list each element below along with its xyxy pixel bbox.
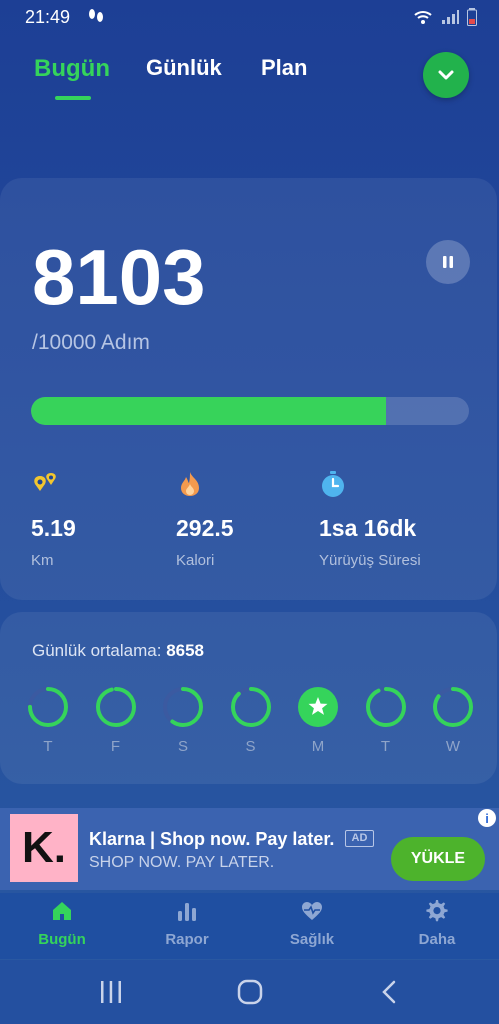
chevron-down-icon xyxy=(438,70,454,80)
wifi-icon xyxy=(414,11,432,24)
daily-average: Günlük ortalama: 8658 xyxy=(32,641,204,661)
status-bar: 21:49 xyxy=(0,0,499,34)
day-progress-ring xyxy=(28,687,68,727)
home-button-icon[interactable] xyxy=(236,978,264,1006)
recent-apps-icon[interactable] xyxy=(97,978,125,1006)
active-tab-indicator xyxy=(55,96,91,100)
pause-button[interactable] xyxy=(426,240,470,284)
nav-label-saglik: Sağlık xyxy=(289,931,335,948)
nav-item-saglik[interactable]: Sağlık xyxy=(262,899,362,948)
steps-count: 8103 xyxy=(32,233,206,321)
day-label: S xyxy=(245,738,256,755)
info-icon[interactable]: i xyxy=(478,809,496,827)
bottom-nav: Bugün Rapor Sağlık Daha xyxy=(0,893,499,959)
daily-average-value: 8658 xyxy=(166,641,205,660)
day-ring-3[interactable]: S xyxy=(229,686,273,755)
signal-icon xyxy=(442,10,459,24)
tab-plan[interactable]: Plan xyxy=(261,55,307,81)
day-label: M xyxy=(311,738,325,755)
nav-label-bugun: Bugün xyxy=(38,931,86,948)
battery-icon xyxy=(467,8,477,26)
footsteps-icon xyxy=(89,9,103,22)
status-time: 21:49 xyxy=(25,7,71,27)
nav-item-daha[interactable]: Daha xyxy=(387,899,487,948)
tab-bugun[interactable]: Bugün xyxy=(34,55,110,83)
steps-progress-fill xyxy=(31,397,386,425)
nav-item-rapor[interactable]: Rapor xyxy=(137,899,237,948)
dropdown-button[interactable] xyxy=(423,52,469,98)
day-label: W xyxy=(445,738,461,755)
daily-average-label: Günlük ortalama: xyxy=(32,641,162,660)
heart-pulse-icon xyxy=(302,902,322,920)
ad-badge: AD xyxy=(345,830,374,847)
distance-value: 5.19 xyxy=(31,515,76,541)
week-days: TFSSMTW xyxy=(26,686,476,766)
gear-icon xyxy=(426,900,448,922)
system-nav-bar xyxy=(0,960,499,1024)
nav-label-daha: Daha xyxy=(418,931,456,948)
status-icons xyxy=(413,7,477,27)
walking-time-label: Yürüyüş Süresi xyxy=(319,552,421,569)
steps-progress-bar xyxy=(31,397,469,425)
tab-gunluk[interactable]: Günlük xyxy=(146,55,222,81)
day-ring-2[interactable]: S xyxy=(161,686,205,755)
nav-label-rapor: Rapor xyxy=(165,931,209,948)
calories-label: Kalori xyxy=(176,552,215,569)
stat-calories: 292.5 Kalori xyxy=(176,470,234,569)
day-progress-ring xyxy=(95,687,136,727)
ad-logo[interactable]: K. xyxy=(10,814,78,882)
bar-chart-icon xyxy=(178,903,196,921)
home-icon xyxy=(53,902,71,920)
pause-icon xyxy=(443,256,453,268)
day-label: F xyxy=(110,738,121,755)
day-label: T xyxy=(380,738,391,755)
day-progress-ring xyxy=(230,687,271,727)
day-ring-5[interactable]: T xyxy=(364,686,408,755)
nav-item-bugun[interactable]: Bugün xyxy=(12,899,112,948)
day-ring-0[interactable]: T xyxy=(26,686,70,755)
distance-label: Km xyxy=(31,552,54,569)
stat-walking-time: 1sa 16dk Yürüyüş Süresi xyxy=(319,470,421,569)
ad-install-button[interactable]: YÜKLE xyxy=(391,837,485,881)
ad-subtitle: SHOP NOW. PAY LATER. xyxy=(89,854,275,871)
calories-value: 292.5 xyxy=(176,515,234,541)
day-ring-1[interactable]: F xyxy=(94,686,138,755)
day-label: S xyxy=(177,738,188,755)
steps-goal: /10000 Adım xyxy=(32,331,150,354)
walking-time-value: 1sa 16dk xyxy=(319,515,417,541)
stat-distance: 5.19 Km xyxy=(31,470,76,569)
day-ring-4[interactable]: M xyxy=(296,686,340,755)
day-label: T xyxy=(43,738,53,755)
stopwatch-icon xyxy=(322,471,344,497)
ad-title[interactable]: Klarna | Shop now. Pay later. xyxy=(89,829,334,850)
location-pins-icon xyxy=(34,473,56,491)
day-progress-ring xyxy=(365,687,406,727)
day-progress-ring xyxy=(163,687,203,727)
back-icon[interactable] xyxy=(376,978,404,1006)
day-ring-6[interactable]: W xyxy=(431,686,475,755)
day-progress-ring xyxy=(433,687,473,727)
flame-icon xyxy=(181,472,199,496)
day-complete-icon xyxy=(298,687,338,727)
